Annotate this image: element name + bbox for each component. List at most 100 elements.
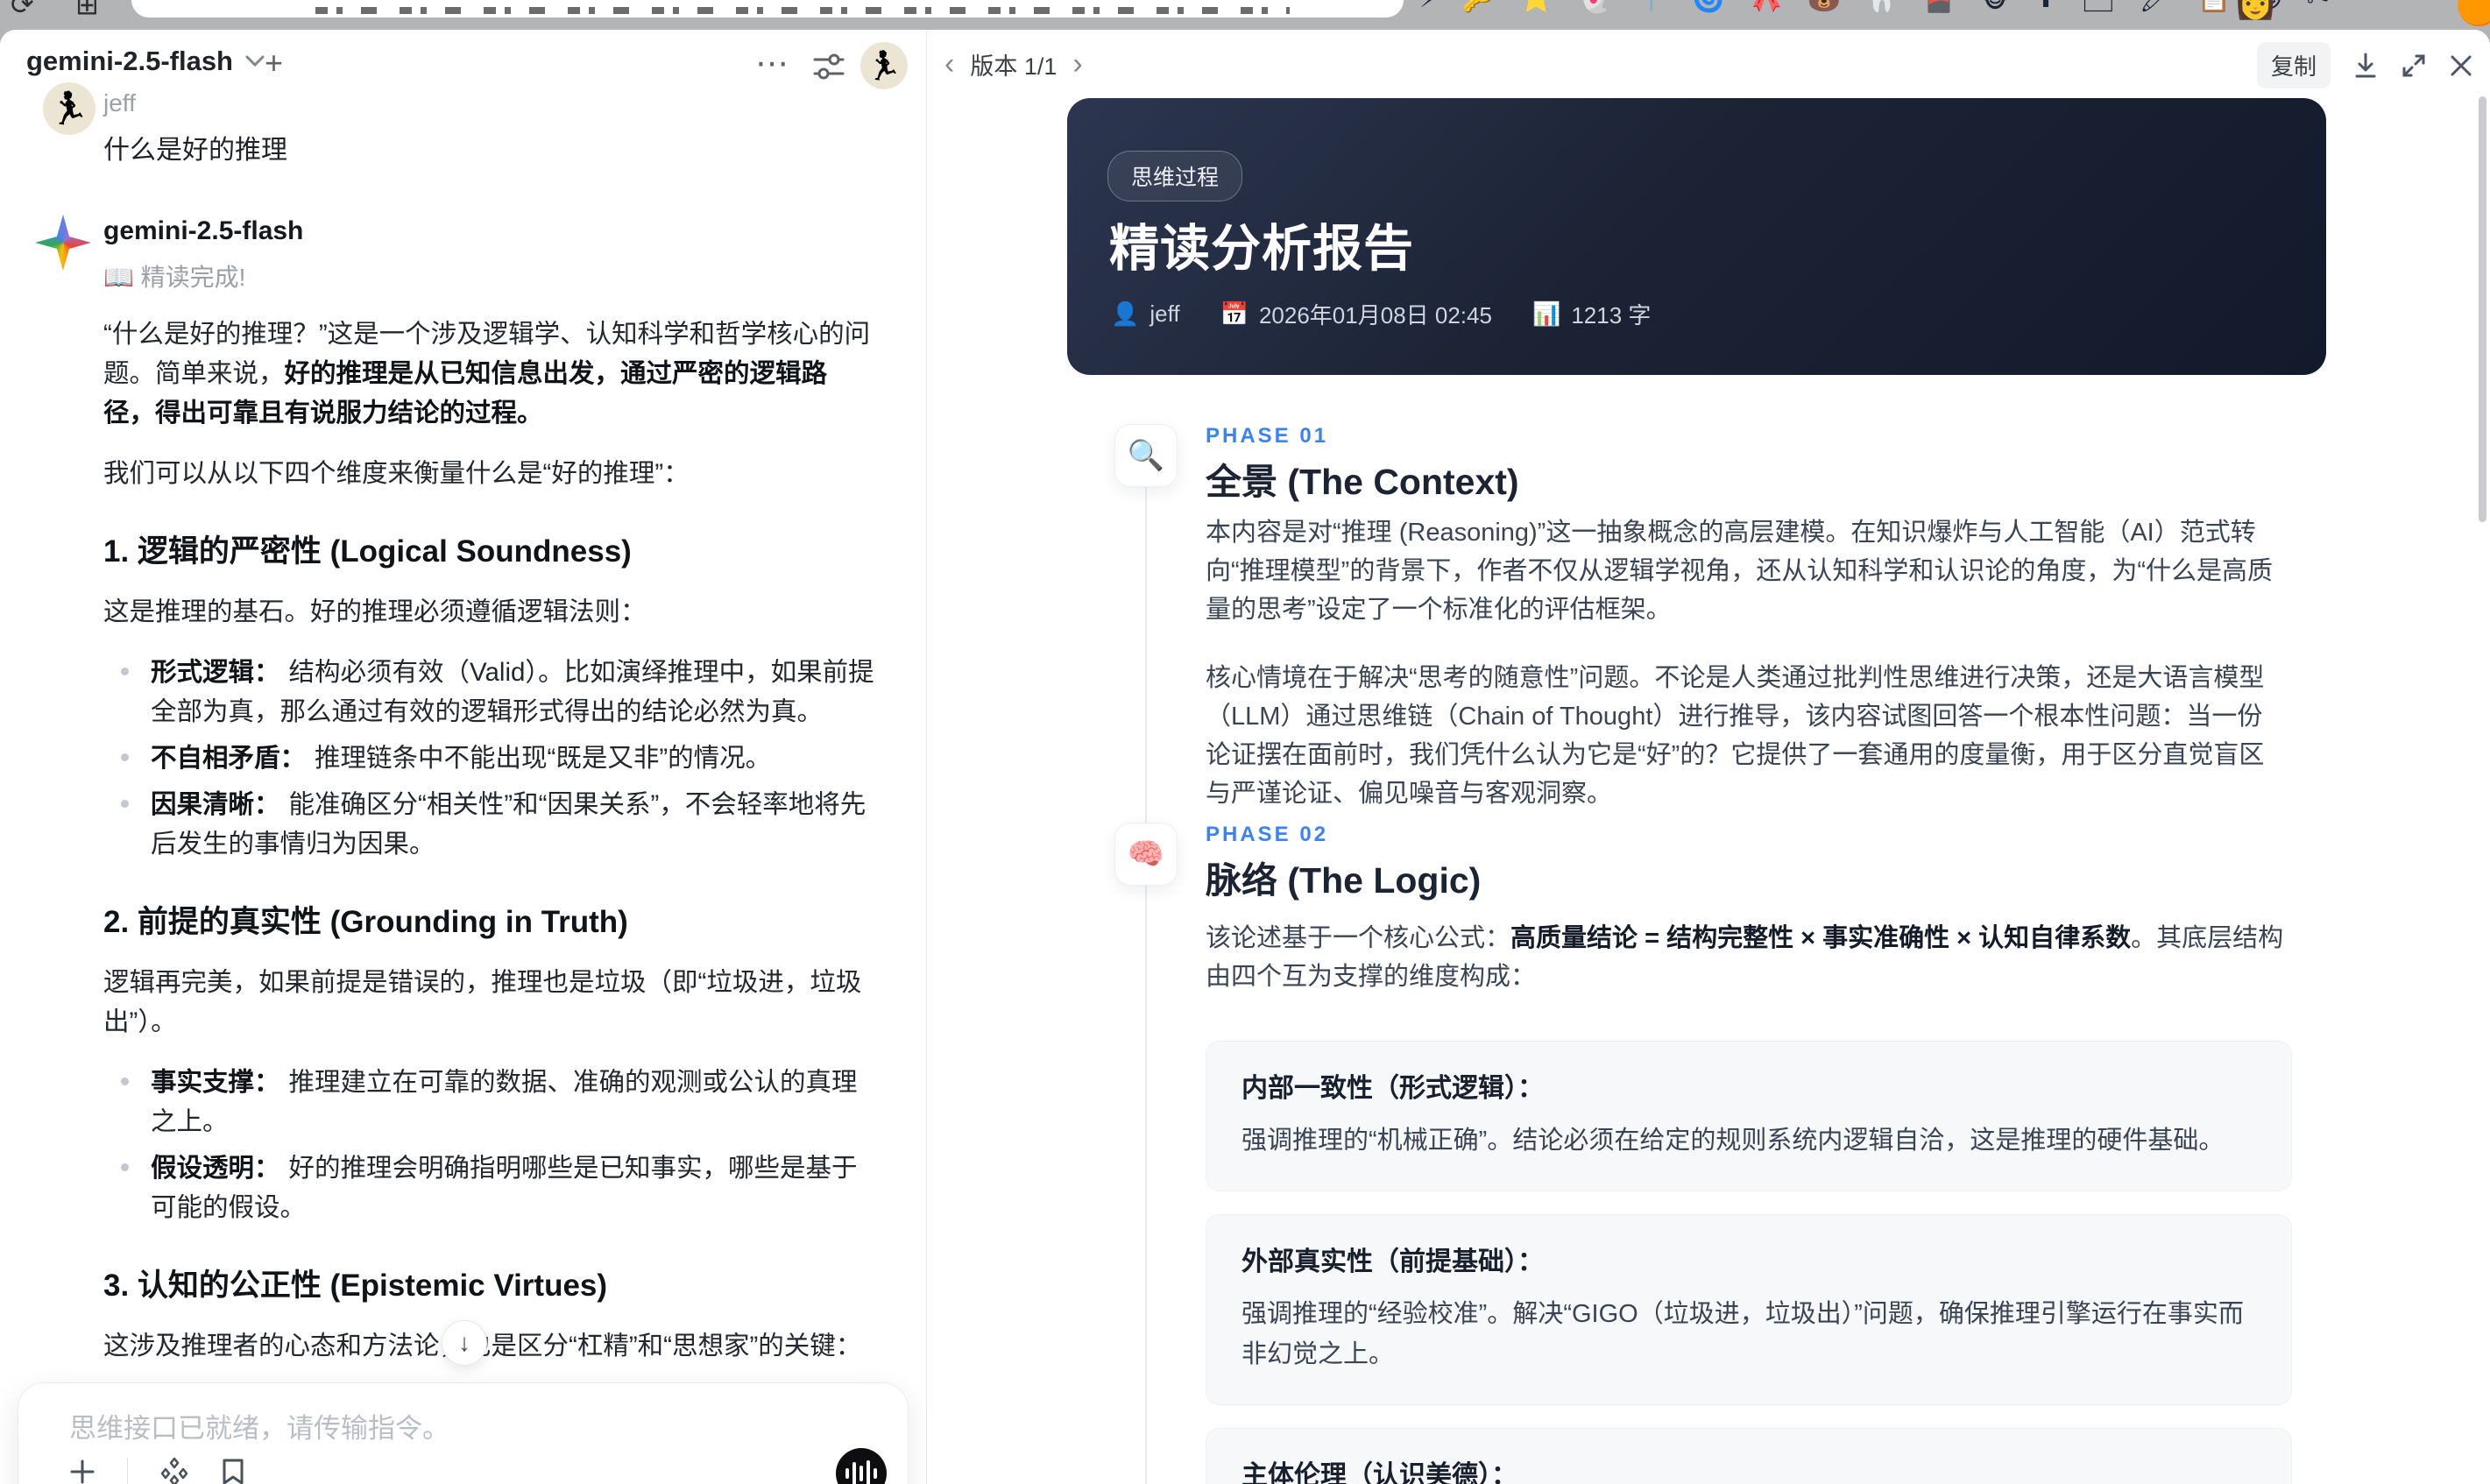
attach-plus-button[interactable]: [69, 1459, 95, 1484]
extension-icon[interactable]: 🎴: [1922, 0, 1956, 16]
chat-list: 形式逻辑： 结构必须有效（Valid）。比如演绎推理中，如果前提全部为真，那么通过…: [103, 653, 876, 864]
chat-bullet: 假设透明： 好的推理会明确指明哪些是已知事实，哪些是基于可能的假设。: [103, 1148, 876, 1227]
app-window: gemini-2.5-flash + ⋯ 🏃 🏃 jeff 什么是好的推理 ge…: [0, 30, 2490, 1484]
extension-icon[interactable]: ✚: [2034, 0, 2057, 16]
input-placeholder: 思维接口已就绪，请传输指令。: [69, 1413, 449, 1444]
model-selector[interactable]: gemini-2.5-flash: [26, 46, 265, 77]
phase-body: 该论述基于一个核心公式：高质量结论 = 结构完整性 × 事实准确性 × 认知自律…: [1206, 919, 2285, 1026]
chat-paragraph: 这是推理的基石。好的推理必须遵循逻辑法则：: [103, 597, 647, 626]
thinking-process-badge: 思维过程: [1107, 151, 1243, 201]
address-text-clipped: [315, 7, 1290, 14]
user-message: 🏃 jeff 什么是好的推理: [43, 82, 876, 166]
message-author: jeff: [103, 89, 136, 117]
download-icon[interactable]: [2353, 53, 2378, 79]
chat-paragraph: 这涉及推理者的心态和方法论，也是区分“杠精”和“思想家”的关键：: [103, 1326, 876, 1366]
extension-icon[interactable]: ⚡: [1419, 0, 1439, 16]
card-body: 强调推理的“机械正确”。结论必须在给定的规则系统内逻辑自洽，这是推理的硬件基础。: [1241, 1127, 2225, 1155]
chat-bullet: 形式逻辑： 结构必须有效（Valid）。比如演绎推理中，如果前提全部为真，那么通过…: [103, 653, 876, 731]
skills-diamond-icon[interactable]: [159, 1457, 189, 1484]
prev-version-button[interactable]: ‹: [944, 49, 954, 79]
browser-extension-icons: ⚡🔑⭐👻📍🌀🎀🐻🦷🎴🐵✚🗂🖊📋😊✂: [1419, 0, 2330, 30]
extension-icon[interactable]: ✂: [2307, 0, 2330, 16]
card-body: 强调推理的“经验校准”。解决“GIGO（垃圾进，垃圾出）”问题，确保推理引擎运行…: [1241, 1300, 2244, 1368]
phase-label: PHASE 02: [1206, 823, 1329, 846]
card-title: 内部一致性（形式逻辑）：: [1241, 1074, 1544, 1103]
bookmark-icon[interactable]: [221, 1458, 245, 1484]
more-options-button[interactable]: ⋯: [755, 44, 789, 83]
arrow-down-icon: ↓: [458, 1329, 470, 1356]
version-label: 版本 1/1: [970, 53, 1058, 80]
report-author: jeff: [1150, 300, 1180, 327]
version-navigator: ‹ 版本 1/1 ›: [944, 47, 1083, 81]
extension-icon[interactable]: 🦷: [1864, 0, 1899, 16]
chat-paragraph: “什么是好的推理？”这是一个涉及逻辑学、认知科学和哲学核心的问题。简单来说，好的…: [103, 320, 871, 428]
chat-heading: 3. 认知的公正性 (Epistemic Virtues): [103, 1268, 608, 1303]
scroll-to-bottom-button[interactable]: ↓: [442, 1320, 487, 1366]
extension-icon[interactable]: 🐻: [1807, 0, 1841, 16]
chat-heading: 2. 前提的真实性 (Grounding in Truth): [103, 905, 628, 939]
new-chat-button[interactable]: +: [265, 47, 283, 79]
magnifier-icon: 🔍: [1114, 424, 1178, 487]
report-title: 精读分析报告: [1109, 221, 1414, 277]
book-icon: 📖: [103, 264, 134, 291]
tab-groups-icon[interactable]: ⊞: [75, 0, 99, 21]
assistant-status: 📖 精读完成!: [103, 264, 246, 291]
extension-icon[interactable]: 👻: [1577, 0, 1611, 16]
assistant-message: gemini-2.5-flash 📖 精读完成! “什么是好的推理？”这是一个涉…: [35, 215, 876, 1484]
reload-icon[interactable]: ⟳: [11, 0, 34, 21]
phase-timeline: [1145, 431, 1147, 1484]
extension-icon[interactable]: 🔑: [1462, 0, 1496, 16]
author-icon: 👤: [1111, 300, 1140, 327]
chat-bullet: 因果清晰： 能准确区分“相关性”和“因果关系”，不会轻率地将先后发生的事情归为因果…: [103, 785, 876, 864]
next-version-button[interactable]: ›: [1072, 49, 1082, 79]
assistant-name: gemini-2.5-flash: [103, 216, 304, 245]
report-preview-panel: ‹ 版本 1/1 › 复制 思维过程 精读分析报告 👤 jeff 📅 2026年01…: [927, 30, 2490, 1484]
card-title: 外部真实性（前提基础）：: [1241, 1247, 1544, 1276]
toolbar-divider: [127, 1458, 128, 1484]
phase-label: PHASE 01: [1206, 424, 1329, 448]
phase-paragraph: 该论述基于一个核心公式：高质量结论 = 结构完整性 × 事实准确性 × 认知自律…: [1206, 924, 2284, 991]
browser-toolbar: ⟳ ⊞ ⚡🔑⭐👻📍🌀🎀🐻🦷🎴🐵✚🗂🖊📋😊✂ 👩 🟠: [0, 0, 2490, 30]
settings-sliders-icon[interactable]: [813, 53, 845, 81]
extension-icon[interactable]: 📋: [2197, 0, 2232, 16]
close-icon[interactable]: [2450, 54, 2472, 77]
message-text: 什么是好的推理: [103, 136, 287, 165]
dimension-card: 主体伦理（认识美德）： 转向推理者的心理特征。引入奥卡姆剃刀和反向论证，旨在克服…: [1206, 1428, 2292, 1484]
chat-paragraph: 逻辑再完美，如果前提是错误的，推理也是垃圾（即“垃圾进，垃圾出”）。: [103, 968, 862, 1036]
extension-icon[interactable]: 🐵: [1979, 0, 2011, 16]
phase-paragraph: 本内容是对“推理 (Reasoning)”这一抽象概念的高层建模。在知识爆炸与人…: [1206, 519, 2273, 624]
chat-bullet: 不自相矛盾： 推理链条中不能出现“既是又非”的情况。: [103, 738, 876, 778]
phase-paragraph: 核心情境在于解决“思考的随意性”问题。不论是人类通过批判性思维进行决策，还是大语…: [1206, 664, 2265, 808]
chat-paragraph: 我们可以从以下四个维度来衡量什么是“好的推理”：: [103, 459, 690, 488]
phase-title: 脉络 (The Logic): [1206, 860, 1482, 901]
chat-blocks: “什么是好的推理？”这是一个涉及逻辑学、认知科学和哲学核心的问题。简单来说，好的…: [103, 314, 876, 1484]
report-meta: 👤 jeff 📅 2026年01月08日 02:45 📊 1213 字: [1111, 298, 1651, 330]
extension-icon[interactable]: 🌀: [1692, 0, 1726, 16]
message-input[interactable]: 思维接口已就绪，请传输指令。: [18, 1382, 909, 1484]
extension-icon[interactable]: 🖊: [2139, 0, 2173, 16]
copy-button[interactable]: 复制: [2256, 42, 2331, 88]
word-count-icon: 📊: [1531, 300, 1561, 327]
calendar-icon: 📅: [1220, 300, 1249, 327]
browser-profile-avatar[interactable]: 👩: [2232, 0, 2278, 22]
dimension-card: 内部一致性（形式逻辑）： 强调推理的“机械正确”。结论必须在给定的规则系统内逻辑…: [1206, 1041, 2292, 1191]
user-avatar: 🏃: [43, 82, 95, 135]
model-name: gemini-2.5-flash: [26, 46, 233, 76]
dimension-card: 外部真实性（前提基础）： 强调推理的“经验校准”。解决“GIGO（垃圾进，垃圾出…: [1206, 1214, 2292, 1405]
browser-corner-icon[interactable]: 🟠: [2455, 0, 2490, 28]
address-bar[interactable]: [131, 0, 1404, 18]
gemini-star-icon: [35, 215, 91, 271]
extension-icon[interactable]: 🗂: [2081, 0, 2115, 16]
scrollbar-thumb[interactable]: [2479, 96, 2486, 522]
extension-icon[interactable]: 🎀: [1750, 0, 1784, 16]
phase-body: 本内容是对“推理 (Reasoning)”这一抽象概念的高层建模。在知识爆炸与人…: [1206, 513, 2285, 843]
dimension-cards: 内部一致性（形式逻辑）： 强调推理的“机械正确”。结论必须在给定的规则系统内逻辑…: [1206, 1041, 2292, 1484]
report-date: 2026年01月08日 02:45: [1258, 302, 1492, 329]
extension-icon[interactable]: 📍: [1635, 0, 1669, 16]
chat-panel: gemini-2.5-flash + ⋯ 🏃 🏃 jeff 什么是好的推理 ge…: [0, 30, 926, 1484]
chevron-down-icon: [245, 55, 265, 67]
extension-icon[interactable]: ⭐: [1519, 0, 1553, 16]
voice-input-button[interactable]: [836, 1448, 887, 1484]
brain-icon: 🧠: [1114, 823, 1178, 886]
expand-fullscreen-icon[interactable]: [2401, 53, 2427, 79]
